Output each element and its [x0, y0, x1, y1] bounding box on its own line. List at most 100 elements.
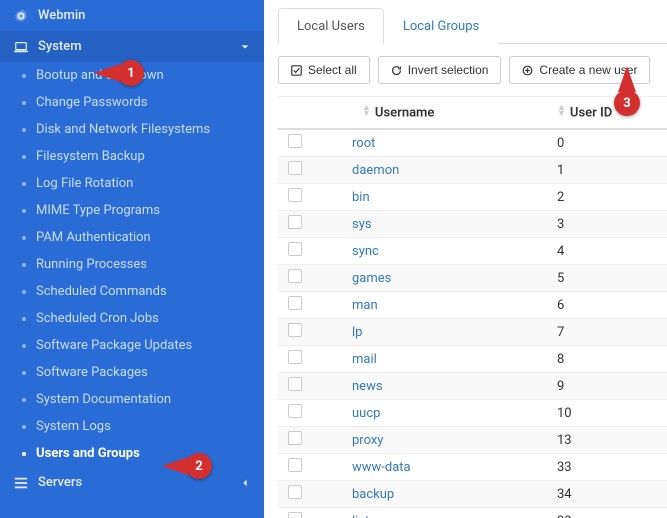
row-checkbox[interactable]: [288, 269, 302, 283]
sidebar-item-system[interactable]: System: [0, 31, 264, 62]
table-row: mail8: [278, 346, 667, 373]
row-checkbox[interactable]: [288, 404, 302, 418]
chevron-down-icon: [240, 42, 250, 52]
sidebar-subitem[interactable]: Running Processes: [0, 251, 264, 278]
cell-username[interactable]: proxy: [312, 427, 547, 454]
cell-userid: 8: [547, 346, 667, 373]
table-row: bin2: [278, 184, 667, 211]
main-panel: Local Users Local Groups Select all Inve…: [264, 0, 667, 518]
sidebar-subitem[interactable]: Software Packages: [0, 359, 264, 386]
table-row: news9: [278, 373, 667, 400]
col-userid[interactable]: ▲▼User ID: [547, 97, 667, 129]
row-checkbox[interactable]: [288, 134, 302, 148]
refresh-icon: [391, 65, 402, 76]
tab-local-users[interactable]: Local Users: [278, 8, 384, 44]
tab-local-groups[interactable]: Local Groups: [384, 8, 498, 44]
tabs: Local Users Local Groups: [278, 8, 667, 44]
cell-userid: 1: [547, 157, 667, 184]
check-icon: [291, 65, 302, 76]
cell-username[interactable]: games: [312, 265, 547, 292]
sidebar-subitem[interactable]: System Logs: [0, 413, 264, 440]
sidebar-subitems: Bootup and ShutdownChange PasswordsDisk …: [0, 62, 264, 467]
col-label: Username: [375, 105, 434, 120]
sidebar-subitem[interactable]: PAM Authentication: [0, 224, 264, 251]
table-row: uucp10: [278, 400, 667, 427]
row-checkbox[interactable]: [288, 512, 302, 518]
row-checkbox[interactable]: [288, 188, 302, 202]
row-checkbox[interactable]: [288, 458, 302, 472]
sidebar-item-webmin[interactable]: Webmin: [0, 0, 264, 31]
sort-icon: ▲▼: [362, 105, 371, 118]
cell-username[interactable]: lp: [312, 319, 547, 346]
cell-username[interactable]: backup: [312, 481, 547, 508]
cell-username[interactable]: news: [312, 373, 547, 400]
row-checkbox[interactable]: [288, 161, 302, 175]
bars-icon: [14, 476, 28, 490]
table-row: man6: [278, 292, 667, 319]
row-checkbox[interactable]: [288, 296, 302, 310]
cell-userid: 0: [547, 129, 667, 157]
table-row: lp7: [278, 319, 667, 346]
cell-username[interactable]: www-data: [312, 454, 547, 481]
select-all-button[interactable]: Select all: [278, 56, 370, 84]
cell-userid: 38: [547, 508, 667, 518]
row-checkbox[interactable]: [288, 215, 302, 229]
cell-username[interactable]: man: [312, 292, 547, 319]
users-table-wrap[interactable]: ▲▼ Username ▲▼User ID root0daemon1bin2sys…: [278, 96, 667, 518]
sidebar-label: Webmin: [38, 8, 85, 23]
cell-username[interactable]: sys: [312, 211, 547, 238]
row-checkbox[interactable]: [288, 323, 302, 337]
cell-userid: 7: [547, 319, 667, 346]
cell-username[interactable]: mail: [312, 346, 547, 373]
sidebar-subitem[interactable]: System Documentation: [0, 386, 264, 413]
cell-username[interactable]: list: [312, 508, 547, 518]
cell-username[interactable]: root: [312, 129, 547, 157]
sidebar-subitem[interactable]: Log File Rotation: [0, 170, 264, 197]
gear-icon: [14, 9, 28, 23]
cell-userid: 10: [547, 400, 667, 427]
sidebar-subitem[interactable]: Scheduled Cron Jobs: [0, 305, 264, 332]
col-label: User ID: [570, 105, 612, 120]
cell-username[interactable]: bin: [312, 184, 547, 211]
sidebar-subitem[interactable]: Users and Groups: [0, 440, 264, 467]
cell-username[interactable]: daemon: [312, 157, 547, 184]
row-checkbox[interactable]: [288, 431, 302, 445]
chevron-left-icon: [240, 478, 250, 488]
cell-userid: 9: [547, 373, 667, 400]
col-checkbox: [278, 97, 312, 129]
sidebar-label: Servers: [38, 475, 82, 490]
cell-username[interactable]: uucp: [312, 400, 547, 427]
annotation-callout-3: 3: [614, 90, 640, 116]
table-row: backup34: [278, 481, 667, 508]
table-row: sys3: [278, 211, 667, 238]
row-checkbox[interactable]: [288, 350, 302, 364]
annotation-callout-1: 1: [118, 60, 144, 86]
row-checkbox[interactable]: [288, 485, 302, 499]
cell-userid: 6: [547, 292, 667, 319]
users-table: ▲▼ Username ▲▼User ID root0daemon1bin2sys…: [278, 97, 667, 518]
button-label: Invert selection: [408, 63, 489, 77]
cell-userid: 13: [547, 427, 667, 454]
cell-username[interactable]: sync: [312, 238, 547, 265]
cell-userid: 4: [547, 238, 667, 265]
row-checkbox[interactable]: [288, 377, 302, 391]
table-row: root0: [278, 129, 667, 157]
col-username[interactable]: ▲▼ Username: [312, 97, 547, 129]
table-row: proxy13: [278, 427, 667, 454]
invert-selection-button[interactable]: Invert selection: [378, 56, 502, 84]
cell-userid: 2: [547, 184, 667, 211]
row-checkbox[interactable]: [288, 242, 302, 256]
sidebar-subitem[interactable]: Software Package Updates: [0, 332, 264, 359]
sidebar-label: System: [38, 39, 82, 54]
table-row: games5: [278, 265, 667, 292]
sidebar-subitem[interactable]: Change Passwords: [0, 89, 264, 116]
sidebar-subitem[interactable]: Disk and Network Filesystems: [0, 116, 264, 143]
laptop-icon: [14, 40, 28, 54]
cell-userid: 34: [547, 481, 667, 508]
plus-icon: [522, 65, 533, 76]
sidebar-subitem[interactable]: MIME Type Programs: [0, 197, 264, 224]
sidebar-subitem[interactable]: Filesystem Backup: [0, 143, 264, 170]
sidebar-subitem[interactable]: Scheduled Commands: [0, 278, 264, 305]
cell-userid: 5: [547, 265, 667, 292]
sidebar-item-servers[interactable]: Servers: [0, 467, 264, 498]
